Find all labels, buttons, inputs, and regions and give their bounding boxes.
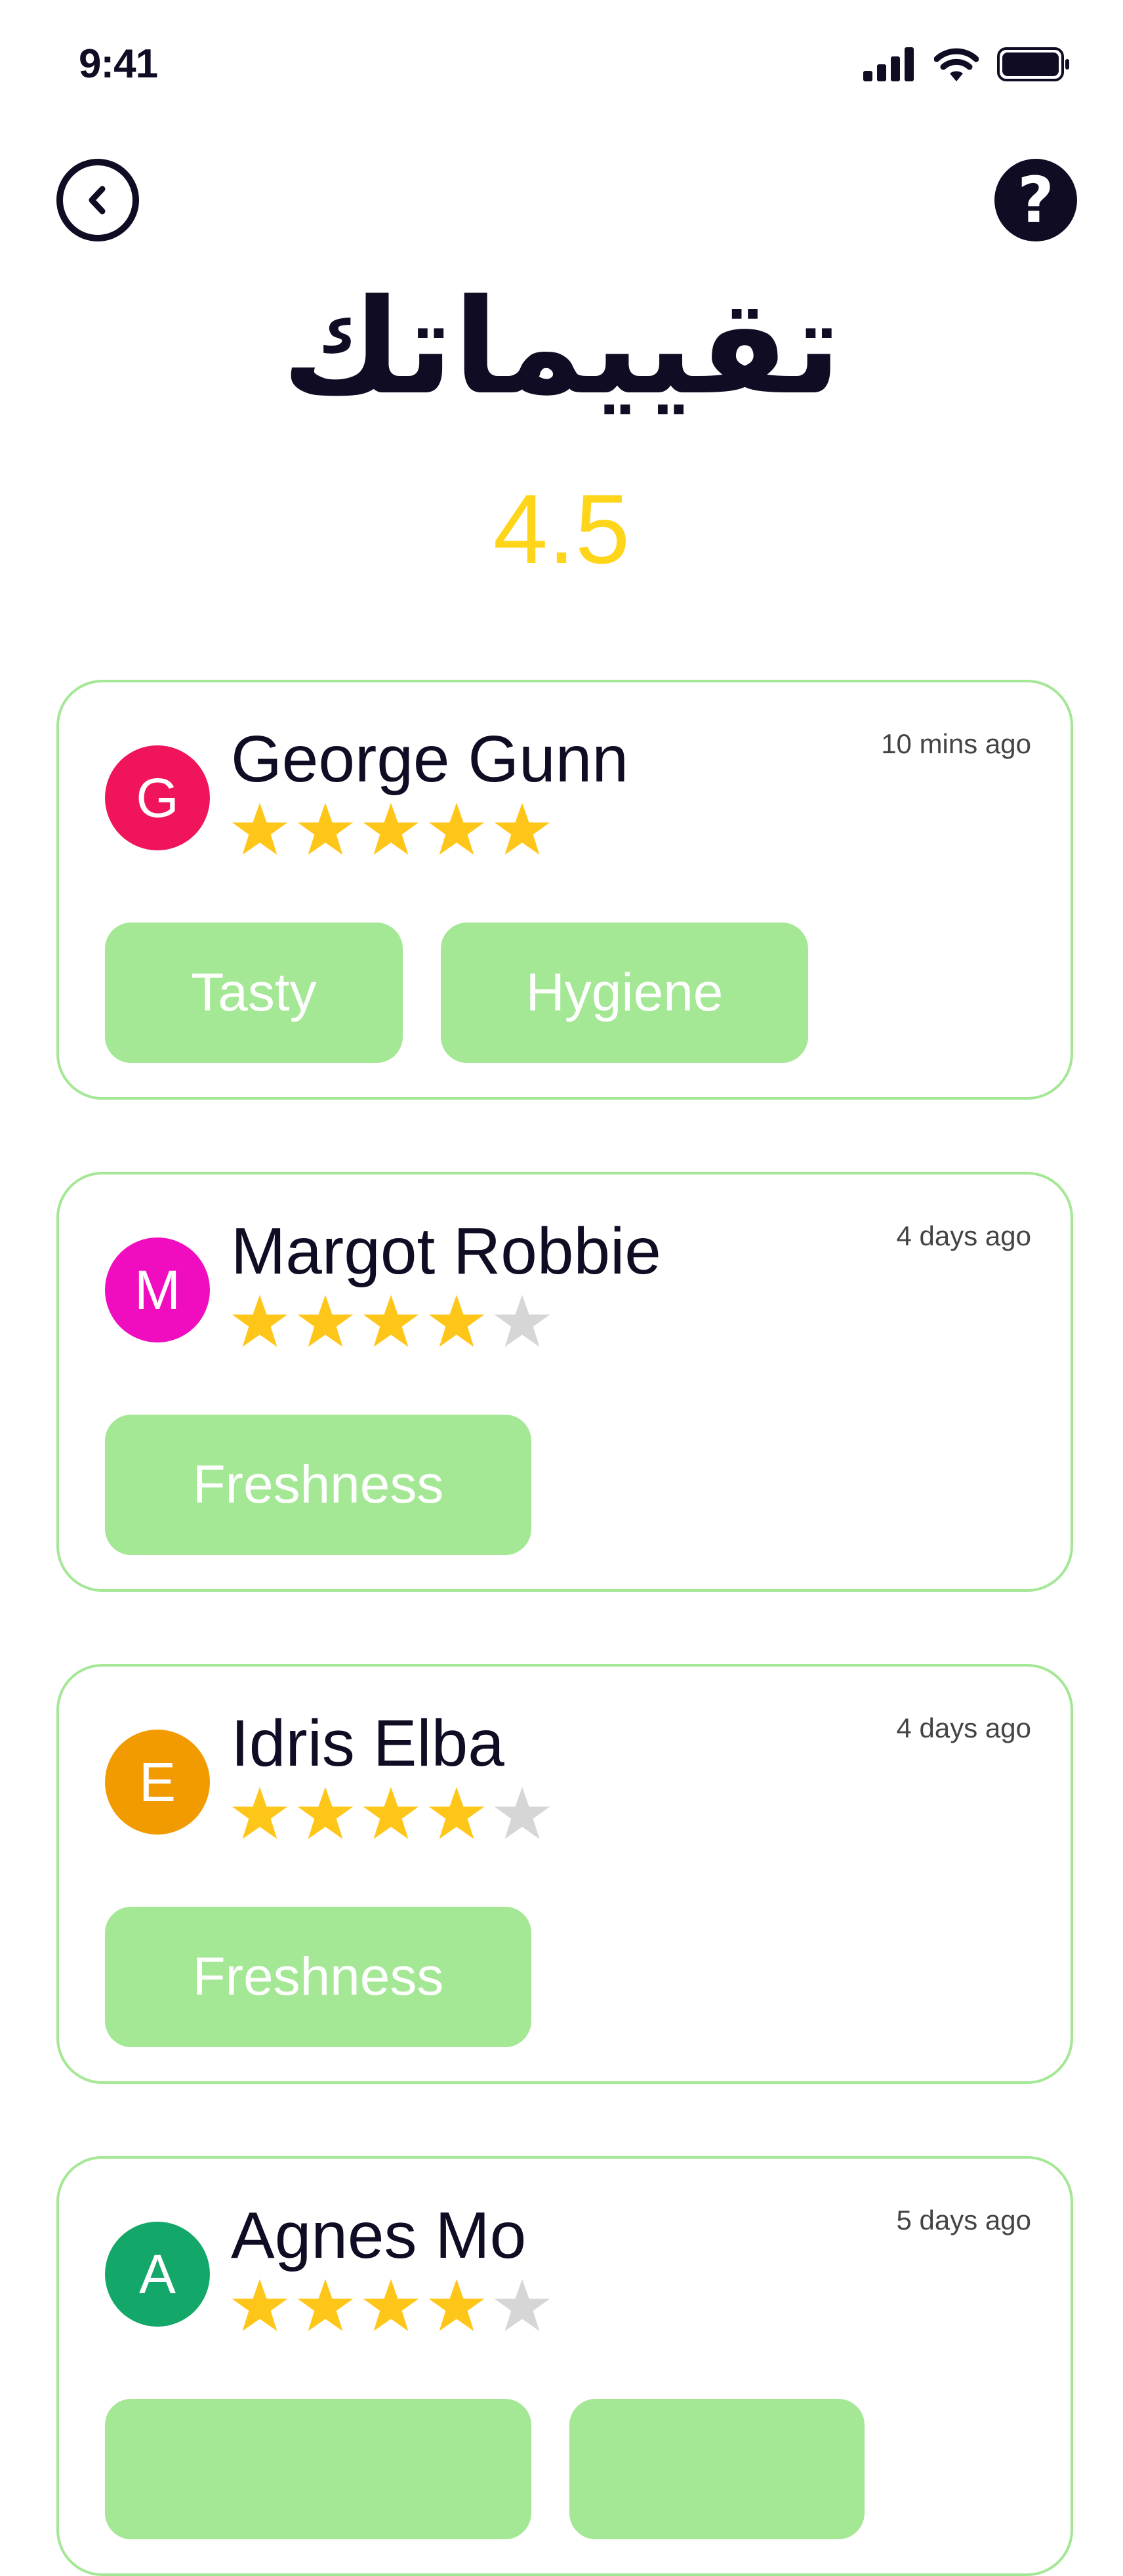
avatar: M: [105, 1237, 210, 1342]
review-timestamp: 4 days ago: [896, 1713, 1032, 1743]
status-time: 9:41: [79, 41, 158, 87]
page-title: تقييماتك: [281, 271, 842, 424]
review-card[interactable]: M Margot Robbie 4 days ago Freshness: [56, 1172, 1073, 1592]
status-bar: 9:41: [0, 0, 1123, 131]
review-tag[interactable]: [105, 2399, 531, 2539]
star-filled-icon: [363, 802, 419, 855]
wifi-icon: [934, 48, 979, 81]
review-timestamp: 5 days ago: [896, 2205, 1032, 2235]
star-filled-icon: [428, 2279, 485, 2331]
avatar: E: [105, 1730, 210, 1835]
star-filled-icon: [297, 2279, 354, 2331]
reviewer-name: George Gunn: [231, 722, 628, 796]
star-empty-icon: [494, 1787, 550, 1839]
star-filled-icon: [363, 1787, 419, 1839]
signal-icon: [863, 47, 914, 81]
help-button[interactable]: ?: [994, 159, 1077, 241]
average-rating: 4.5: [493, 474, 630, 584]
star-filled-icon: [297, 1295, 354, 1347]
star-rating: [231, 800, 551, 858]
star-empty-icon: [494, 2279, 550, 2331]
star-filled-icon: [297, 1787, 354, 1839]
star-filled-icon: [232, 802, 288, 855]
star-filled-icon: [363, 1295, 419, 1347]
star-filled-icon: [232, 2279, 288, 2331]
review-timestamp: 4 days ago: [896, 1220, 1032, 1251]
reviewer-name: Agnes Mo: [231, 2199, 527, 2272]
review-card[interactable]: G George Gunn 10 mins ago Tasty Hygiene: [56, 680, 1073, 1100]
star-filled-icon: [297, 802, 354, 855]
avatar: A: [105, 2222, 210, 2327]
star-filled-icon: [428, 1787, 485, 1839]
review-tag[interactable]: [569, 2399, 865, 2539]
battery-icon: [997, 47, 1069, 81]
reviewer-name: Margot Robbie: [231, 1215, 661, 1288]
star-filled-icon: [363, 2279, 419, 2331]
star-filled-icon: [428, 802, 485, 855]
review-tag[interactable]: Freshness: [105, 1907, 531, 2047]
review-tags: [105, 2399, 865, 2539]
review-card[interactable]: A Agnes Mo 5 days ago: [56, 2156, 1073, 2576]
status-icons: [863, 47, 1071, 81]
star-rating: [231, 1785, 551, 1842]
star-filled-icon: [428, 1295, 485, 1347]
review-tag[interactable]: Tasty: [105, 923, 403, 1063]
question-mark-icon: ?: [1017, 163, 1054, 237]
star-filled-icon: [232, 1295, 288, 1347]
star-rating: [231, 2277, 551, 2335]
reviewer-name: Idris Elba: [231, 1707, 504, 1780]
chevron-left-icon: [89, 186, 106, 215]
review-tag[interactable]: Freshness: [105, 1415, 531, 1555]
back-button[interactable]: [56, 159, 139, 241]
avatar: G: [105, 745, 210, 850]
review-tag[interactable]: Hygiene: [441, 923, 808, 1063]
star-filled-icon: [494, 802, 550, 855]
star-empty-icon: [494, 1295, 550, 1347]
star-filled-icon: [232, 1787, 288, 1839]
review-tags: Freshness: [105, 1415, 531, 1555]
star-rating: [231, 1293, 551, 1350]
review-timestamp: 10 mins ago: [881, 728, 1031, 759]
review-tags: Freshness: [105, 1907, 531, 2047]
review-card[interactable]: E Idris Elba 4 days ago Freshness: [56, 1664, 1073, 2084]
review-tags: Tasty Hygiene: [105, 923, 808, 1063]
